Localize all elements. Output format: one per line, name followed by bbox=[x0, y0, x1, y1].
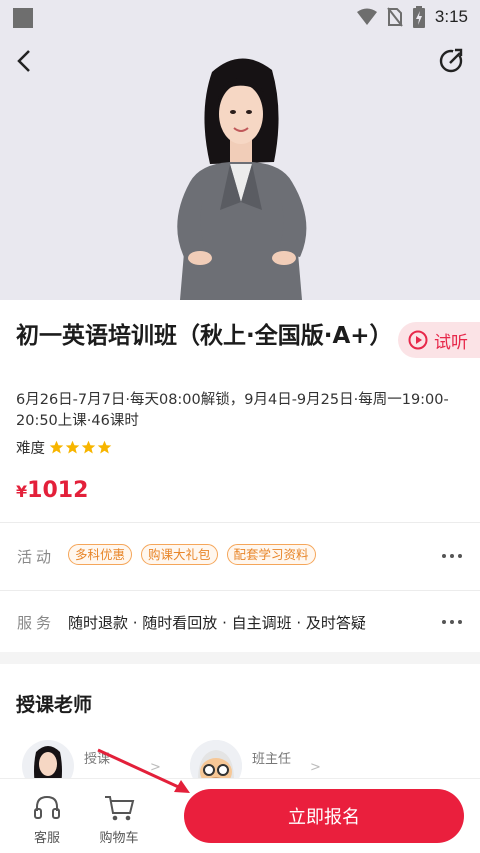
share-icon[interactable] bbox=[436, 46, 466, 76]
price-value: 1012 bbox=[27, 478, 89, 503]
more-dot bbox=[442, 554, 446, 558]
star-icon bbox=[81, 440, 96, 454]
chevron-right-icon: > bbox=[150, 760, 161, 775]
activity-label: 活动 bbox=[17, 548, 56, 566]
activity-tag[interactable]: 多科优惠 bbox=[68, 544, 133, 565]
activity-tag[interactable]: 配套学习资料 bbox=[226, 544, 316, 565]
service-more-button[interactable] bbox=[442, 620, 462, 624]
activity-tag[interactable]: 购课大礼包 bbox=[141, 544, 218, 565]
notification-icon bbox=[13, 8, 33, 28]
more-dot bbox=[458, 554, 462, 558]
hero-banner: 3:15 bbox=[0, 0, 480, 300]
customer-service-label: 客服 bbox=[33, 831, 60, 846]
service-label: 服务 bbox=[17, 614, 56, 632]
more-dot bbox=[458, 620, 462, 624]
teachers-section-title: 授课老师 bbox=[16, 694, 93, 716]
more-dot bbox=[450, 620, 454, 624]
status-bar: 3:15 bbox=[0, 0, 480, 34]
difficulty-row: 难度 bbox=[16, 437, 112, 458]
cart-button[interactable]: 购物车 bbox=[89, 793, 149, 846]
wifi-icon bbox=[356, 8, 377, 25]
chevron-right-icon: > bbox=[310, 760, 321, 775]
teacher-role: 班主任 bbox=[252, 752, 292, 767]
divider bbox=[0, 590, 480, 591]
battery-charging-icon bbox=[412, 6, 425, 28]
customer-service-button[interactable]: 客服 bbox=[17, 793, 77, 846]
activity-tags: 多科优惠 购课大礼包 配套学习资料 bbox=[68, 544, 316, 565]
activity-more-button[interactable] bbox=[442, 554, 462, 558]
play-icon bbox=[408, 330, 428, 350]
divider bbox=[0, 522, 480, 523]
trial-label: 试听 bbox=[434, 332, 468, 353]
no-sim-icon bbox=[387, 7, 403, 27]
signup-button[interactable]: 立即报名 bbox=[184, 789, 464, 843]
service-text: 随时退款 · 随时看回放 · 自主调班 · 及时答疑 bbox=[68, 614, 366, 632]
headset-icon bbox=[34, 795, 60, 819]
star-icon bbox=[49, 440, 64, 454]
price-currency: ¥ bbox=[16, 482, 28, 501]
course-title: 初一英语培训班（秋上·全国版·A+） bbox=[16, 323, 393, 349]
difficulty-stars bbox=[49, 440, 112, 455]
trial-button[interactable]: 试听 bbox=[398, 322, 480, 358]
more-dot bbox=[442, 620, 446, 624]
section-separator bbox=[0, 652, 480, 664]
course-schedule: 6月26日-7月7日·每天08:00解锁，9月4日-9月25日·每周一19:00… bbox=[16, 392, 449, 429]
star-icon bbox=[65, 440, 80, 454]
teacher-photo bbox=[177, 58, 307, 300]
cart-icon bbox=[105, 796, 135, 821]
clock-time: 3:15 bbox=[434, 7, 468, 26]
teacher-role: 授课 bbox=[84, 752, 111, 767]
course-price: ¥1012 bbox=[16, 478, 88, 503]
more-dot bbox=[450, 554, 454, 558]
chevron-left-icon bbox=[17, 50, 30, 72]
course-title-block: 初一英语培训班（秋上·全国版·A+） bbox=[16, 318, 396, 354]
cart-label: 购物车 bbox=[99, 831, 139, 846]
star-icon bbox=[97, 440, 112, 454]
back-button[interactable] bbox=[10, 45, 38, 77]
difficulty-label: 难度 bbox=[16, 441, 45, 457]
